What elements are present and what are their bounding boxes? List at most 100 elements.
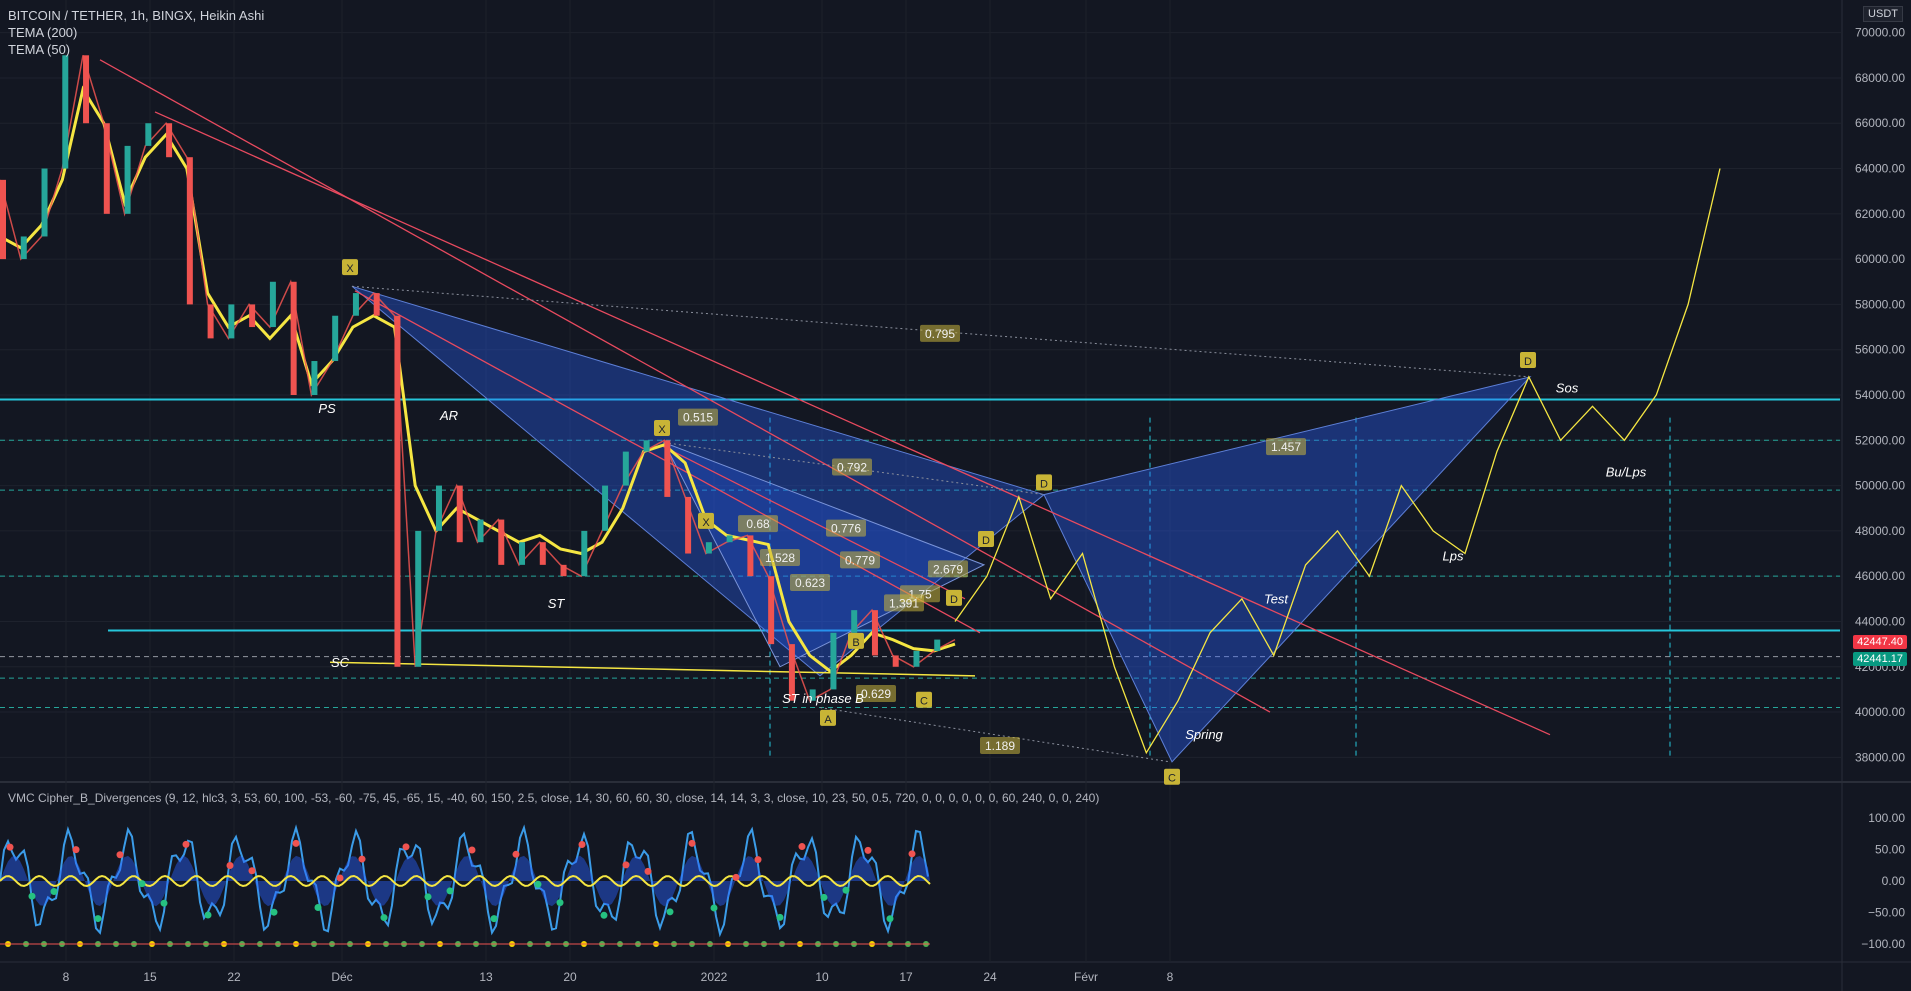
x-tick-label: 2022 [701,970,728,984]
osc-dot [688,839,696,847]
candle [602,485,609,531]
osc-dot [292,839,300,847]
candle [685,496,692,554]
candle [581,530,588,577]
candle [705,542,712,554]
point-label: C [1168,773,1176,785]
osc-dot [336,874,344,882]
wyckoff-label: ST [548,596,566,611]
point-label: A [824,714,832,726]
osc-dot [556,899,564,907]
candle [207,304,214,339]
osc-tick-label: 50.00 [1875,843,1905,857]
candle [186,157,193,305]
y-tick-label: 64000.00 [1855,162,1905,176]
osc-tick-label: 100.00 [1868,811,1905,825]
osc-dot [248,867,256,875]
osc-dot [644,867,652,875]
ratio-label: 0.776 [831,522,861,536]
candle [166,123,173,158]
ratio-label: 0.795 [925,327,955,341]
osc-dot [820,893,828,901]
x-tick-label: 8 [1167,970,1174,984]
tema-50-legend[interactable]: TEMA (50) [8,42,70,57]
ratio-label: 0.68 [746,517,770,531]
osc-wave-fill [0,855,930,907]
ratio-label: 0.623 [795,576,825,590]
osc-dot [94,915,102,923]
osc-dot [666,908,674,916]
symbol-legend[interactable]: BITCOIN / TETHER, 1h, BINGX, Heikin Ashi [8,8,264,23]
candle [768,576,775,645]
osc-tick-label: −50.00 [1868,906,1905,920]
ratio-label: 0.779 [845,553,875,567]
candle [249,304,256,328]
oscillator-legend[interactable]: VMC Cipher_B_Divergences (9, 12, hlc3, 3… [8,791,1099,805]
y-tick-label: 66000.00 [1855,116,1905,130]
x-tick-label: 17 [899,970,913,984]
osc-dot [600,911,608,919]
wyckoff-label: Test [1264,591,1289,606]
candle [332,315,339,362]
osc-dot [270,908,278,916]
candle [373,293,380,316]
osc-dot [864,846,872,854]
y-tick-label: 50000.00 [1855,479,1905,493]
candle [435,485,442,531]
point-label: D [1040,478,1048,490]
ratio-label: 1.189 [985,739,1015,753]
y-tick-label: 56000.00 [1855,343,1905,357]
osc-dot [710,904,718,912]
osc-dot [138,880,146,888]
currency-badge[interactable]: USDT [1863,6,1903,22]
candle [269,281,276,328]
point-label: D [982,535,990,547]
candle [643,440,650,452]
candle [560,564,567,577]
candle [290,281,297,395]
point-label: X [702,517,710,529]
x-tick-label: Févr [1074,970,1098,984]
osc-dot [622,861,630,869]
osc-dot [446,887,454,895]
candle [726,535,733,543]
ratio-label: 1.457 [1271,440,1301,454]
sc-support-line [329,661,976,677]
candle [934,639,941,651]
osc-dot [908,850,916,858]
tema-200-legend[interactable]: TEMA (200) [8,25,77,40]
osc-dot [226,861,234,869]
candle [892,655,899,667]
harmonic-pattern-bcd [1043,376,1532,763]
osc-dot [6,843,14,851]
candle [103,123,110,214]
y-tick-label: 52000.00 [1855,433,1905,447]
candle [415,530,422,667]
candle [311,361,318,395]
osc-dot [798,843,806,851]
chart-canvas[interactable]: 70000.00 68000.00 66000.00 64000.00 62000.00… [0,0,1911,991]
last-price-tag: 42447.40 [1853,635,1907,649]
point-label: X [346,263,354,275]
candle [456,485,463,543]
y-tick-label: 54000.00 [1855,388,1905,402]
ratio-label: 0.515 [683,411,713,425]
osc-dot [754,856,762,864]
candle [20,236,27,260]
osc-dot [28,892,36,900]
candle [83,55,90,124]
candle [851,610,858,633]
y-tick-label: 68000.00 [1855,71,1905,85]
y-tick-label: 60000.00 [1855,252,1905,266]
y-tick-label: 38000.00 [1855,750,1905,764]
point-label: C [920,696,928,708]
osc-dot [72,846,80,854]
trendline [99,59,1271,713]
y-tick-label: 48000.00 [1855,524,1905,538]
ratio-label: 2.679 [933,562,963,576]
candle [124,145,131,214]
alt-price-tag: 42441.17 [1853,652,1907,666]
osc-tick-label: 0.00 [1882,874,1906,888]
ratio-label: 0.792 [837,460,867,474]
wyckoff-label: ST in phase B [782,691,864,706]
